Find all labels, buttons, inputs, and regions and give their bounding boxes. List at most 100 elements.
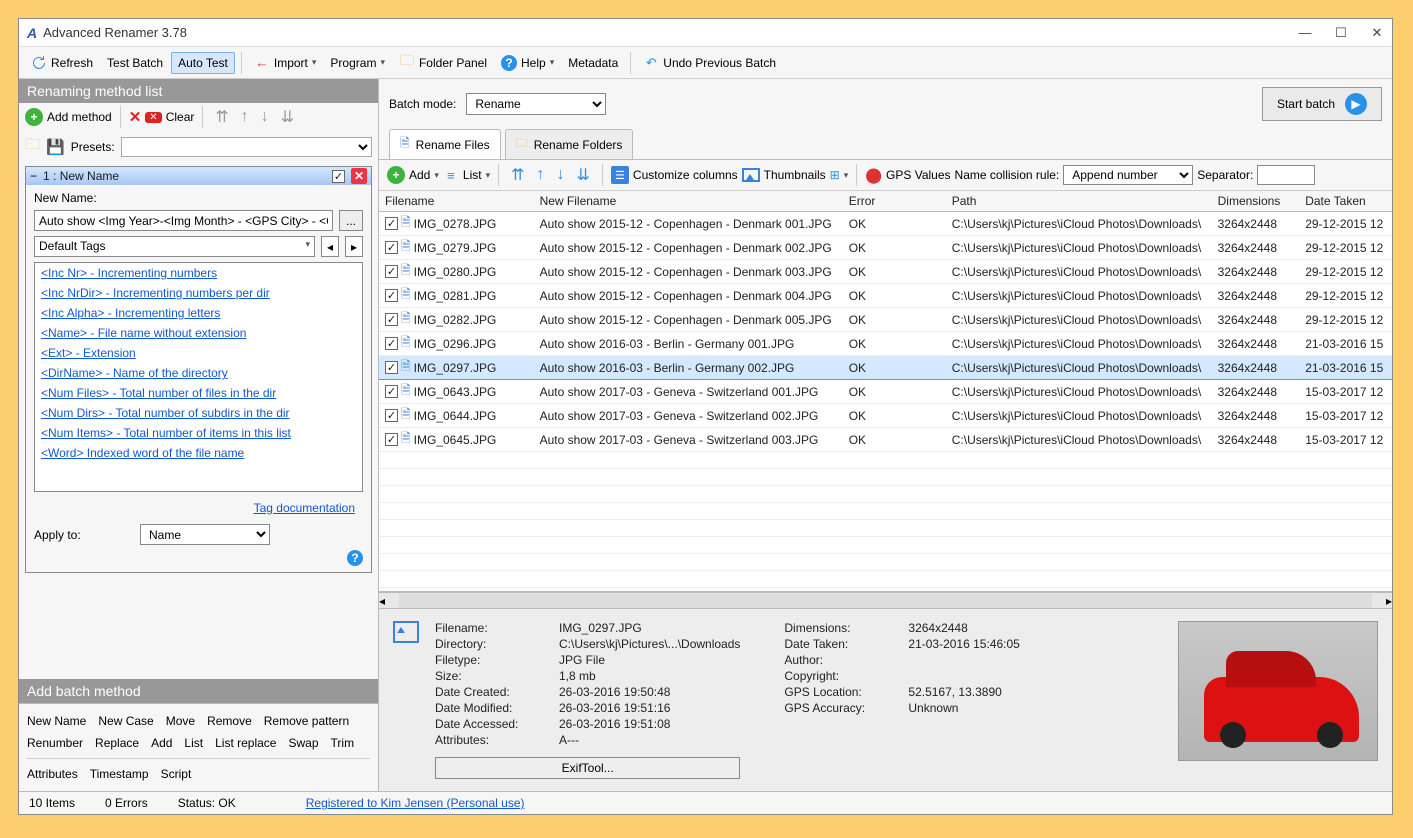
tag-link[interactable]: <Word> Indexed word of the file name (35, 443, 362, 463)
tab-rename-folders[interactable]: 🗀Rename Folders (505, 129, 634, 159)
delete-method-icon[interactable]: ✕ (129, 108, 142, 126)
batch-method-add[interactable]: Add (151, 732, 172, 754)
collapse-icon[interactable]: − (30, 169, 37, 183)
batch-method-list[interactable]: List (184, 732, 203, 754)
column-header[interactable]: Dimensions (1212, 191, 1300, 212)
table-row[interactable]: ✓ 🗎 IMG_0279.JPGAuto show 2015-12 - Cope… (379, 236, 1392, 260)
tag-link[interactable]: <Inc NrDir> - Incrementing numbers per d… (35, 283, 362, 303)
open-preset-icon[interactable]: 🗀 (25, 134, 40, 159)
column-header[interactable]: Filename (379, 191, 534, 212)
batch-method-trim[interactable]: Trim (331, 732, 355, 754)
column-header[interactable]: Path (946, 191, 1212, 212)
tag-link[interactable]: <Name> - File name without extension (35, 323, 362, 343)
start-batch-button[interactable]: Start batch▶ (1262, 87, 1382, 121)
table-row[interactable]: ✓ 🗎 IMG_0280.JPGAuto show 2015-12 - Cope… (379, 260, 1392, 284)
program-button[interactable]: Program▾ (324, 53, 391, 73)
view-mode-icon[interactable]: ⊞ (830, 168, 840, 182)
table-row[interactable]: ✓ 🗎 IMG_0644.JPGAuto show 2017-03 - Gene… (379, 404, 1392, 428)
thumbnails-button[interactable]: Thumbnails (764, 168, 826, 182)
table-row[interactable]: ✓ 🗎 IMG_0281.JPGAuto show 2015-12 - Cope… (379, 284, 1392, 308)
batch-method-move[interactable]: Move (166, 710, 195, 732)
move-top-button[interactable]: ⇈ (211, 107, 232, 127)
auto-test-button[interactable]: Auto Test (171, 52, 235, 74)
help-button[interactable]: ?Help▾ (495, 52, 560, 74)
batch-method-replace[interactable]: Replace (95, 732, 139, 754)
tag-link[interactable]: <Num Items> - Total number of items in t… (35, 423, 362, 443)
tab-rename-files[interactable]: 🗎Rename Files (389, 129, 501, 159)
batch-method-remove-pattern[interactable]: Remove pattern (264, 710, 349, 732)
batch-method-timestamp[interactable]: Timestamp (90, 763, 149, 785)
table-row[interactable]: ✓ 🗎 IMG_0282.JPGAuto show 2015-12 - Cope… (379, 308, 1392, 332)
details-panel: Filename:IMG_0297.JPGDirectory:C:\Users\… (379, 608, 1392, 791)
apply-to-select[interactable]: Name (140, 524, 270, 545)
undo-button[interactable]: ↶Undo Previous Batch (637, 52, 782, 74)
batch-method-script[interactable]: Script (161, 763, 192, 785)
status-bar: 10 Items 0 Errors Status: OK Registered … (19, 791, 1392, 814)
registration-link[interactable]: Registered to Kim Jensen (Personal use) (306, 796, 525, 810)
tag-link[interactable]: <Ext> - Extension (35, 343, 362, 363)
import-button[interactable]: ←Import▾ (248, 52, 323, 74)
batch-method-renumber[interactable]: Renumber (27, 732, 83, 754)
batch-method-new-case[interactable]: New Case (98, 710, 153, 732)
tag-link[interactable]: <Inc Nr> - Incrementing numbers (35, 263, 362, 283)
batch-method-remove[interactable]: Remove (207, 710, 252, 732)
batch-method-list-replace[interactable]: List replace (215, 732, 276, 754)
tag-prev-button[interactable]: ◂ (321, 236, 339, 257)
add-method-button[interactable]: Add method (47, 110, 112, 124)
method-checkbox[interactable]: ✓ (332, 170, 345, 183)
separator-input[interactable] (1257, 165, 1315, 185)
move-up-button[interactable]: ↑ (237, 108, 253, 126)
save-preset-icon[interactable]: 💾 (46, 138, 65, 156)
tag-next-button[interactable]: ▸ (345, 236, 363, 257)
horizontal-scrollbar[interactable]: ◂▸ (379, 592, 1392, 608)
column-header[interactable]: Date Taken (1299, 191, 1392, 212)
refresh-button[interactable]: Refresh (25, 52, 99, 74)
minimize-button[interactable]: — (1298, 25, 1312, 41)
clear-button[interactable]: Clear (166, 110, 195, 124)
table-row[interactable]: ✓ 🗎 IMG_0643.JPGAuto show 2017-03 - Gene… (379, 380, 1392, 404)
list-button[interactable]: List (463, 168, 482, 182)
method-header[interactable]: − 1 : New Name ✓ ✕ (26, 167, 371, 185)
new-name-input[interactable] (34, 210, 333, 231)
folder-panel-button[interactable]: 🗀Folder Panel (393, 52, 493, 74)
add-button[interactable]: Add (409, 168, 430, 182)
table-row[interactable]: ✓ 🗎 IMG_0278.JPGAuto show 2015-12 - Cope… (379, 212, 1392, 236)
metadata-button[interactable]: Metadata (562, 53, 624, 73)
file-bottom-button[interactable]: ⇊ (573, 165, 594, 185)
file-top-button[interactable]: ⇈ (507, 165, 528, 185)
column-header[interactable]: Error (843, 191, 946, 212)
tag-link[interactable]: <Num Files> - Total number of files in t… (35, 383, 362, 403)
batch-method-attributes[interactable]: Attributes (27, 763, 78, 785)
table-row[interactable]: ✓ 🗎 IMG_0297.JPGAuto show 2016-03 - Berl… (379, 356, 1392, 380)
batch-mode-select[interactable]: Rename (466, 93, 606, 115)
method-help-icon[interactable]: ? (347, 550, 363, 566)
file-down-button[interactable]: ↓ (553, 166, 569, 184)
close-button[interactable]: ✕ (1370, 25, 1384, 41)
add-method-icon[interactable]: + (25, 108, 43, 126)
collision-rule-select[interactable]: Append number (1063, 165, 1193, 185)
file-grid[interactable]: FilenameNew FilenameErrorPathDimensionsD… (379, 191, 1392, 592)
maximize-button[interactable]: ☐ (1334, 25, 1348, 41)
batch-method-swap[interactable]: Swap (288, 732, 318, 754)
tag-category-select[interactable]: Default Tags▾ (34, 236, 315, 257)
clear-methods-icon[interactable]: ✕ (145, 112, 161, 123)
presets-select[interactable] (121, 137, 372, 157)
method-close-button[interactable]: ✕ (351, 168, 367, 184)
gps-values-button[interactable]: GPS Values (886, 168, 950, 182)
move-down-button[interactable]: ↓ (257, 108, 273, 126)
tag-link[interactable]: <Num Dirs> - Total number of subdirs in … (35, 403, 362, 423)
table-row[interactable]: ✓ 🗎 IMG_0296.JPGAuto show 2016-03 - Berl… (379, 332, 1392, 356)
exiftool-button[interactable]: ExifTool... (435, 757, 740, 779)
column-header[interactable]: New Filename (534, 191, 843, 212)
tag-documentation-link[interactable]: Tag documentation (34, 497, 363, 519)
file-up-button[interactable]: ↑ (533, 166, 549, 184)
add-files-icon[interactable]: + (387, 166, 405, 184)
new-name-browse-button[interactable]: ... (339, 210, 363, 231)
move-bottom-button[interactable]: ⇊ (277, 107, 298, 127)
customize-columns-button[interactable]: Customize columns (633, 168, 738, 182)
batch-method-new-name[interactable]: New Name (27, 710, 86, 732)
test-batch-button[interactable]: Test Batch (101, 53, 169, 73)
tag-link[interactable]: <Inc Alpha> - Incrementing letters (35, 303, 362, 323)
table-row[interactable]: ✓ 🗎 IMG_0645.JPGAuto show 2017-03 - Gene… (379, 428, 1392, 452)
tag-link[interactable]: <DirName> - Name of the directory (35, 363, 362, 383)
